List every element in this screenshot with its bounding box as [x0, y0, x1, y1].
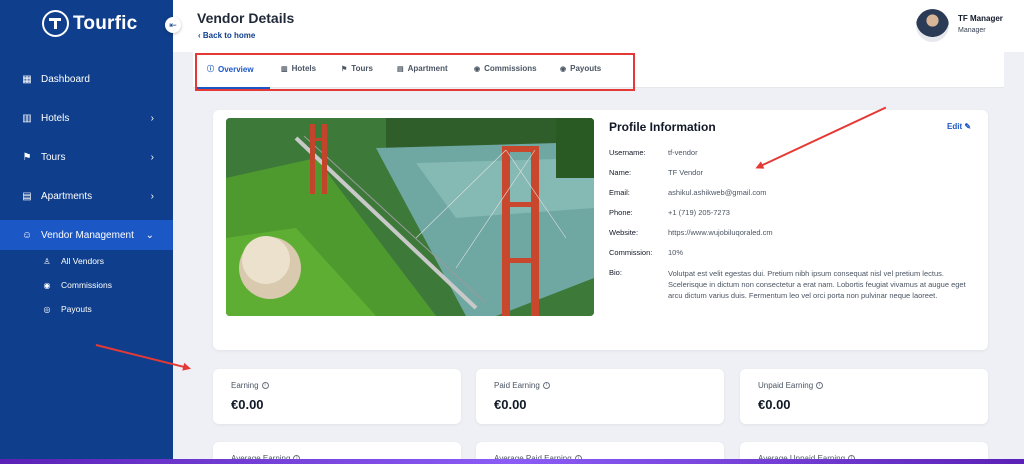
user-name: TF Manager — [958, 14, 1003, 23]
profile-card: Profile Information Edit ✎ Username: tf-… — [213, 110, 988, 350]
chevron-right-icon: › — [150, 112, 154, 124]
annotation-highlight-box — [195, 53, 635, 91]
sidebar-item-tours[interactable]: ⚑ Tours › — [0, 142, 173, 172]
info-label: Commission: — [609, 248, 653, 257]
info-value-email: ashikul.ashikweb@gmail.com — [668, 188, 767, 197]
brand-name: Tourfic — [73, 12, 138, 34]
sidebar-item-label: Vendor Management — [41, 229, 134, 241]
payout-icon: ◎ — [43, 304, 51, 314]
user-role: Manager — [958, 27, 986, 34]
pencil-icon: ✎ — [964, 122, 972, 131]
sidebar-collapse-button[interactable]: ⇤ — [165, 17, 181, 33]
sidebar-item-apartments[interactable]: ▤ Apartments › — [0, 181, 173, 211]
back-to-home-link[interactable]: ‹ Back to home — [198, 31, 255, 40]
info-value-phone: +1 (719) 205-7273 — [668, 208, 730, 217]
info-icon: i — [261, 382, 269, 389]
vendor-cover-photo — [226, 118, 594, 316]
edit-label: Edit — [947, 122, 963, 131]
sidebar-item-hotels[interactable]: ▥ Hotels › — [0, 103, 173, 133]
sidebar-subitem-commissions[interactable]: ◉ Commissions — [42, 280, 113, 290]
sidebar-item-vendor-management[interactable]: ☺ Vendor Management ⌄ — [0, 220, 173, 250]
stat-card-paid-earning: Paid Earning i €0.00 — [476, 369, 724, 424]
profile-title: Profile Information — [609, 120, 716, 134]
sidebar-item-dashboard[interactable]: ▦ Dashboard — [0, 64, 173, 94]
info-value-commission: 10% — [668, 248, 684, 257]
sidebar-item-label: Dashboard — [41, 73, 90, 85]
stat-label-text: Earning — [231, 381, 259, 390]
stat-card-earning: Earning i €0.00 — [213, 369, 461, 424]
info-value-website: https://www.wujobiluqoraled.cm — [668, 228, 773, 237]
info-label: Website: — [609, 228, 639, 237]
sidebar-subitem-payouts[interactable]: ◎ Payouts — [42, 304, 92, 314]
sidebar-subitem-label: All Vendors — [61, 256, 104, 266]
back-link-label: Back to home — [202, 31, 256, 40]
info-icon: i — [816, 382, 824, 389]
tourfic-logo-icon — [42, 10, 69, 37]
info-value-name: TF Vendor — [668, 168, 704, 177]
info-label: Bio: — [609, 268, 622, 277]
stat-value: €0.00 — [494, 397, 527, 412]
info-value-bio: Volutpat est velit egestas dui. Pretium … — [668, 269, 966, 300]
info-label: Email: — [609, 188, 630, 197]
stat-value: €0.00 — [231, 397, 264, 412]
brand-logo[interactable]: Tourfic — [42, 10, 137, 37]
main-content: ⓘ Overview ▥ Hotels ⚑ Tours ▤ Apartment … — [173, 52, 1024, 464]
collapse-arrow-icon: ⇤ — [169, 20, 177, 30]
sidebar-item-label: Apartments — [41, 190, 93, 202]
stat-card-unpaid-earning: Unpaid Earning i €0.00 — [740, 369, 988, 424]
hotel-icon: ▥ — [22, 112, 32, 124]
stat-label: Paid Earning i — [494, 381, 550, 390]
topbar: Vendor Details ‹ Back to home TF Manager… — [173, 0, 1024, 52]
stat-label: Earning i — [231, 381, 269, 390]
bridge-landscape-image — [226, 118, 594, 316]
info-icon: i — [542, 382, 550, 389]
user-icon: ♙ — [43, 256, 51, 266]
stat-value: €0.00 — [758, 397, 791, 412]
window-bottom-edge — [0, 459, 1024, 464]
avatar[interactable] — [916, 9, 949, 42]
users-icon: ☺ — [21, 229, 33, 241]
flag-icon: ⚑ — [22, 151, 32, 163]
sidebar-item-label: Tours — [41, 151, 66, 163]
stat-label-text: Paid Earning — [494, 381, 540, 390]
page-title: Vendor Details — [197, 10, 295, 26]
sidebar: Tourfic ▦ Dashboard ▥ Hotels › ⚑ Tours ›… — [0, 0, 173, 464]
sidebar-subitem-all-vendors[interactable]: ♙ All Vendors — [42, 256, 104, 266]
edit-profile-button[interactable]: Edit ✎ — [947, 122, 971, 131]
stat-label-text: Unpaid Earning — [758, 381, 814, 390]
dashboard-icon: ▦ — [22, 73, 32, 85]
sidebar-subitem-label: Commissions — [61, 280, 113, 290]
chevron-down-icon: ⌄ — [145, 229, 154, 241]
chevron-right-icon: › — [150, 151, 154, 163]
info-label: Phone: — [609, 208, 633, 217]
info-label: Username: — [609, 148, 646, 157]
info-value-username: tf-vendor — [668, 148, 698, 157]
sidebar-item-label: Hotels — [41, 112, 70, 124]
info-label: Name: — [609, 168, 632, 177]
sidebar-subitem-label: Payouts — [61, 304, 92, 314]
stat-label: Unpaid Earning i — [758, 381, 824, 390]
apartment-icon: ▤ — [22, 190, 32, 202]
coin-icon: ◉ — [43, 280, 51, 290]
chevron-right-icon: › — [150, 190, 154, 202]
